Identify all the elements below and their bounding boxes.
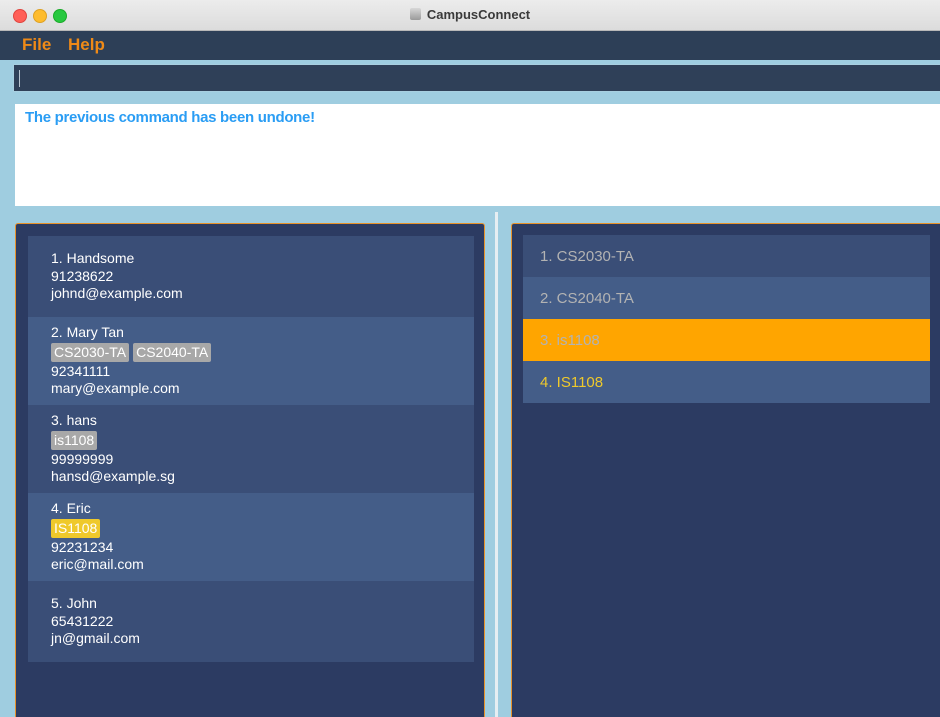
person-phone: 99999999 — [51, 450, 114, 467]
tag-list-item[interactable]: 4. IS1108 — [523, 361, 930, 403]
person-tags: is1108 — [51, 430, 451, 450]
command-input[interactable] — [13, 64, 940, 92]
person-phone: 92341111 — [51, 362, 111, 379]
person-name-text: hans — [66, 412, 97, 429]
person-email: hansd@example.sg — [51, 468, 175, 485]
person-index: 1. — [51, 250, 63, 267]
result-display: The previous command has been undone! — [15, 104, 940, 206]
tag-list-panel: 1. CS2030-TA 2. CS2040-TA 3. is1108 4. IS11… — [511, 223, 940, 717]
person-name-text: Eric — [66, 500, 91, 517]
person-tags: IS1108 — [51, 518, 451, 538]
menu-bar: File Help — [0, 31, 940, 60]
tag-list-label: 3. is1108 — [540, 331, 600, 349]
person-name: 1. Handsome — [51, 250, 451, 268]
tag-badge: CS2040-TA — [133, 342, 212, 362]
tag-list-label: 1. CS2030-TA — [540, 247, 634, 265]
person-phone: 65431222 — [51, 612, 114, 629]
person-email: johnd@example.com — [51, 285, 183, 302]
person-card[interactable]: 1. Handsome 91238622 johnd@example.com — [28, 236, 474, 317]
person-index: 5. — [51, 595, 63, 612]
person-card[interactable]: 4. Eric IS1108 92231234 eric@mail.com — [28, 493, 474, 581]
person-card[interactable]: 3. hans is1108 99999999 hansd@example.sg — [28, 405, 474, 493]
tag-list-item[interactable]: 1. CS2030-TA — [523, 235, 930, 277]
tag-list-item[interactable]: 3. is1108 — [523, 319, 930, 361]
person-phone: 92231234 — [51, 538, 114, 555]
app-icon — [409, 8, 421, 20]
menu-help[interactable]: Help — [68, 35, 105, 55]
person-list[interactable]: 1. Handsome 91238622 johnd@example.com 2. M… — [28, 236, 474, 662]
person-name: 5. John — [51, 595, 451, 613]
tag-list-label: 4. IS1108 — [540, 373, 604, 391]
person-name: 2. Mary Tan — [51, 324, 451, 342]
person-name-text: Handsome — [66, 250, 135, 267]
person-name: 4. Eric — [51, 500, 451, 518]
person-card[interactable]: 2. Mary Tan CS2030-TA CS2040-TA 92341111 mar… — [28, 317, 474, 405]
tag-list[interactable]: 1. CS2030-TA 2. CS2040-TA 3. is1108 4. IS11… — [523, 235, 930, 403]
person-name-text: John — [66, 595, 97, 612]
person-phone: 91238622 — [51, 267, 114, 284]
result-message: The previous command has been undone! — [25, 109, 315, 126]
person-name-text: Mary Tan — [66, 324, 124, 341]
person-email: eric@mail.com — [51, 556, 144, 573]
person-index: 3. — [51, 412, 63, 429]
person-email: mary@example.com — [51, 380, 180, 397]
split-pane-divider[interactable] — [495, 212, 498, 717]
text-caret — [19, 70, 20, 87]
title-bar: CampusConnect — [0, 0, 940, 31]
tag-badge: is1108 — [51, 430, 98, 450]
person-name: 3. hans — [51, 412, 451, 430]
person-list-panel: 1. Handsome 91238622 johnd@example.com 2. M… — [15, 223, 485, 717]
person-index: 4. — [51, 500, 63, 517]
window-title-text: CampusConnect — [426, 7, 531, 22]
window-title: CampusConnect — [0, 7, 940, 22]
tag-badge: CS2030-TA — [51, 342, 130, 362]
tag-list-item[interactable]: 2. CS2040-TA — [523, 277, 930, 319]
menu-file[interactable]: File — [22, 35, 51, 55]
person-index: 2. — [51, 324, 63, 341]
person-email: jn@gmail.com — [51, 630, 140, 647]
tag-badge: IS1108 — [51, 518, 101, 538]
person-card[interactable]: 5. John 65431222 jn@gmail.com — [28, 581, 474, 662]
person-tags: CS2030-TA CS2040-TA — [51, 342, 451, 362]
tag-list-label: 2. CS2040-TA — [540, 289, 634, 307]
